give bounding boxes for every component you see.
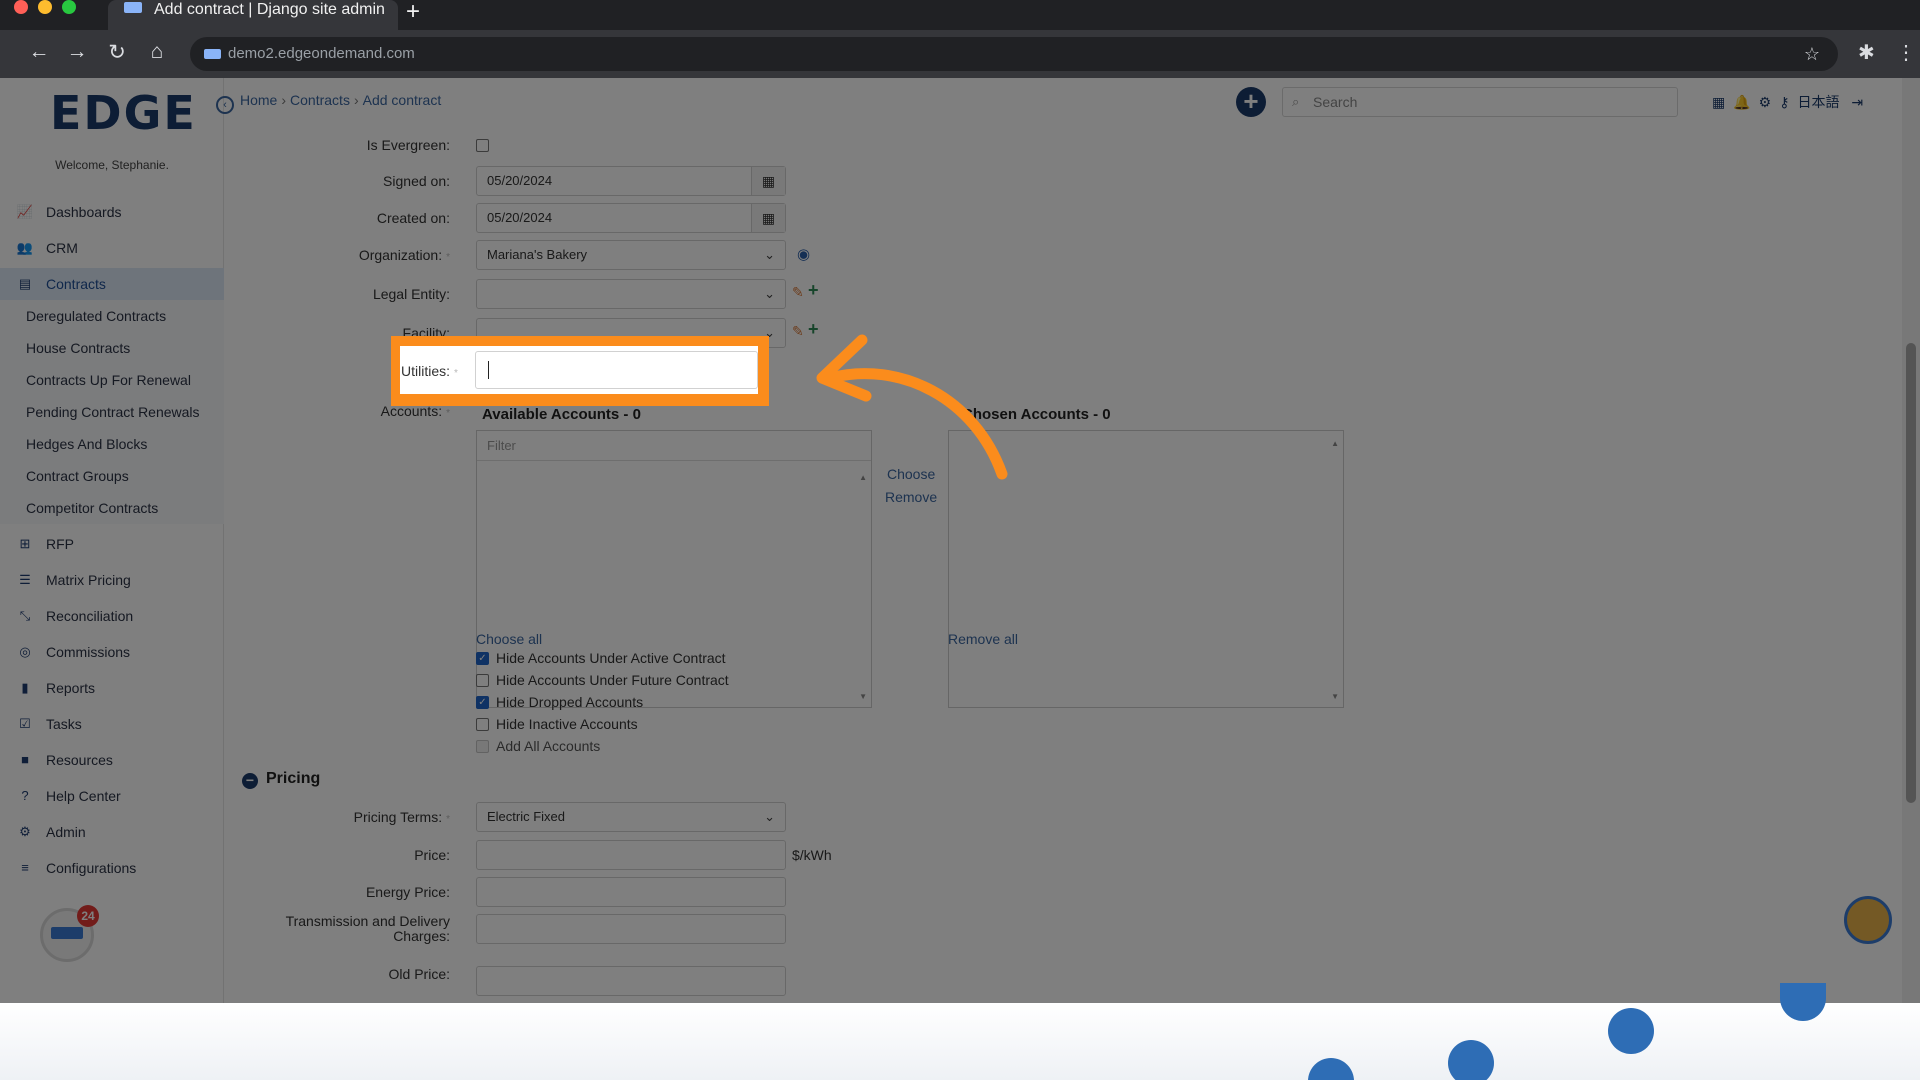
decor-circle <box>1448 1040 1494 1080</box>
tab-title: Add contract | Django site admin <box>154 1 385 18</box>
close-window-button[interactable] <box>14 0 28 14</box>
browser-titlebar: Add contract | Django site admin + <box>0 0 1920 30</box>
forward-button[interactable]: → <box>64 40 90 64</box>
extensions-icon[interactable]: ✱ <box>1858 40 1875 65</box>
address-bar[interactable]: demo2.edgeondemand.com ☆ <box>190 37 1838 71</box>
bookmark-star-icon[interactable]: ☆ <box>1804 37 1820 71</box>
home-button[interactable]: ⌂ <box>144 40 170 64</box>
address-url: demo2.edgeondemand.com <box>228 45 415 62</box>
site-info-icon <box>204 49 221 59</box>
browser-menu-icon[interactable]: ⋮ <box>1896 40 1916 65</box>
minimize-window-button[interactable] <box>38 0 52 14</box>
decor-circle <box>1780 983 1826 1021</box>
bottom-decoration <box>0 983 1920 1080</box>
back-button[interactable]: ← <box>26 40 52 64</box>
browser-toolbar: ← → ↻ ⌂ demo2.edgeondemand.com ☆ ✱ ⋮ <box>0 30 1920 78</box>
site-favicon-icon <box>124 2 142 13</box>
maximize-window-button[interactable] <box>62 0 76 14</box>
decor-circle <box>1308 1058 1354 1080</box>
tutorial-arrow-icon <box>816 334 1008 480</box>
page-viewport: EDGE Welcome, Stephanie. 📈 Dashboards 👥 … <box>0 78 1920 1003</box>
decor-circle <box>1608 1008 1654 1054</box>
browser-tab[interactable]: Add contract | Django site admin <box>108 0 398 30</box>
reload-button[interactable]: ↻ <box>104 40 130 65</box>
new-tab-button[interactable]: + <box>406 0 420 26</box>
